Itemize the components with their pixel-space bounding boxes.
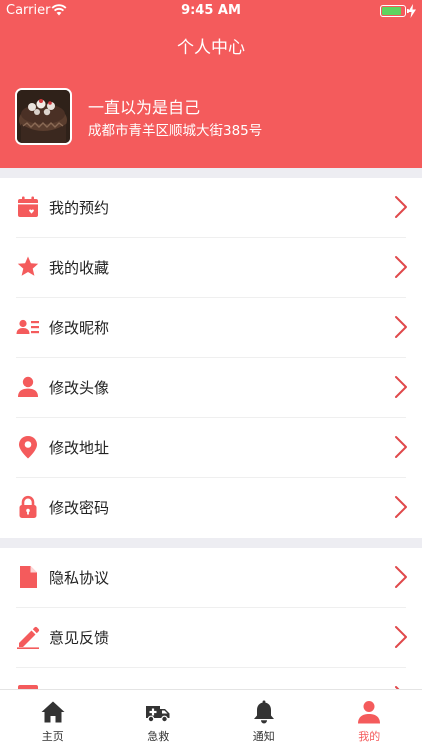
person-icon [358, 701, 381, 724]
battery-level [382, 7, 401, 15]
tab-bar: 主页 急救 通知 我的 [0, 689, 422, 750]
location-pin-icon [19, 436, 37, 459]
tab-label: 主页 [41, 730, 64, 743]
menu-item-label: 修改密码 [49, 499, 110, 517]
star-icon [17, 256, 39, 276]
status-bar: Carrier 9:45 AM [0, 0, 422, 22]
menu-primary: 我的预约 我的收藏 修改昵称 修改头像 修改地址 修改密码 [0, 178, 422, 538]
charging-icon [408, 4, 416, 18]
tab-label: 通知 [252, 730, 275, 743]
avatar-image [17, 90, 70, 143]
chevron-right-icon [395, 196, 407, 218]
menu-item-password[interactable]: 修改密码 [0, 478, 422, 538]
menu-item-appointments[interactable]: 我的预约 [0, 178, 422, 238]
calendar-heart-icon [18, 196, 38, 217]
menu-item-privacy[interactable]: 隐私协议 [0, 548, 422, 608]
avatar[interactable] [15, 88, 72, 145]
tab-label: 急救 [147, 730, 170, 743]
chevron-right-icon [395, 316, 407, 338]
tab-me[interactable]: 我的 [317, 690, 422, 750]
chevron-right-icon [395, 566, 407, 588]
user-icon [18, 376, 38, 397]
tab-emergency[interactable]: 急救 [106, 690, 212, 750]
menu-item-label: 修改昵称 [49, 319, 110, 337]
profile-name: 一直以为是自己 [88, 98, 201, 117]
battery-icon [380, 5, 409, 17]
ambulance-icon [146, 706, 170, 723]
menu-item-label: 隐私协议 [49, 569, 110, 587]
chevron-right-icon [395, 626, 407, 648]
document-icon [20, 566, 37, 588]
profile-header: Carrier 9:45 AM 个人中心 一直以为是自己 成都市青羊区顺城大街3… [0, 0, 422, 168]
menu-item-label: 修改地址 [49, 439, 110, 457]
menu-item-feedback[interactable]: 意见反馈 [0, 608, 422, 668]
profile-address: 成都市青羊区顺城大街385号 [88, 123, 263, 139]
menu-item-partial[interactable] [0, 668, 422, 689]
page-title: 个人中心 [177, 38, 245, 58]
lock-icon [19, 495, 37, 518]
id-card-icon [16, 319, 39, 334]
tab-home[interactable]: 主页 [0, 690, 106, 750]
menu-item-nickname[interactable]: 修改昵称 [0, 298, 422, 358]
menu-item-label: 意见反馈 [49, 629, 110, 647]
chevron-right-icon [395, 376, 407, 398]
status-time: 9:45 AM [181, 3, 241, 18]
pencil-icon [17, 626, 40, 649]
chevron-right-icon [395, 496, 407, 518]
bell-icon [253, 700, 274, 724]
home-icon [41, 701, 65, 723]
menu-item-label: 修改头像 [49, 379, 110, 397]
menu-item-avatar[interactable]: 修改头像 [0, 358, 422, 418]
tab-label: 我的 [358, 730, 381, 743]
menu-item-label: 我的收藏 [49, 259, 110, 277]
chevron-right-icon [395, 436, 407, 458]
menu-item-address[interactable]: 修改地址 [0, 418, 422, 478]
tab-notifications[interactable]: 通知 [211, 690, 317, 750]
menu-item-favorites[interactable]: 我的收藏 [0, 238, 422, 298]
chevron-right-icon [395, 256, 407, 278]
menu-secondary: 隐私协议 意见反馈 [0, 548, 422, 689]
menu-item-label: 我的预约 [49, 199, 110, 217]
